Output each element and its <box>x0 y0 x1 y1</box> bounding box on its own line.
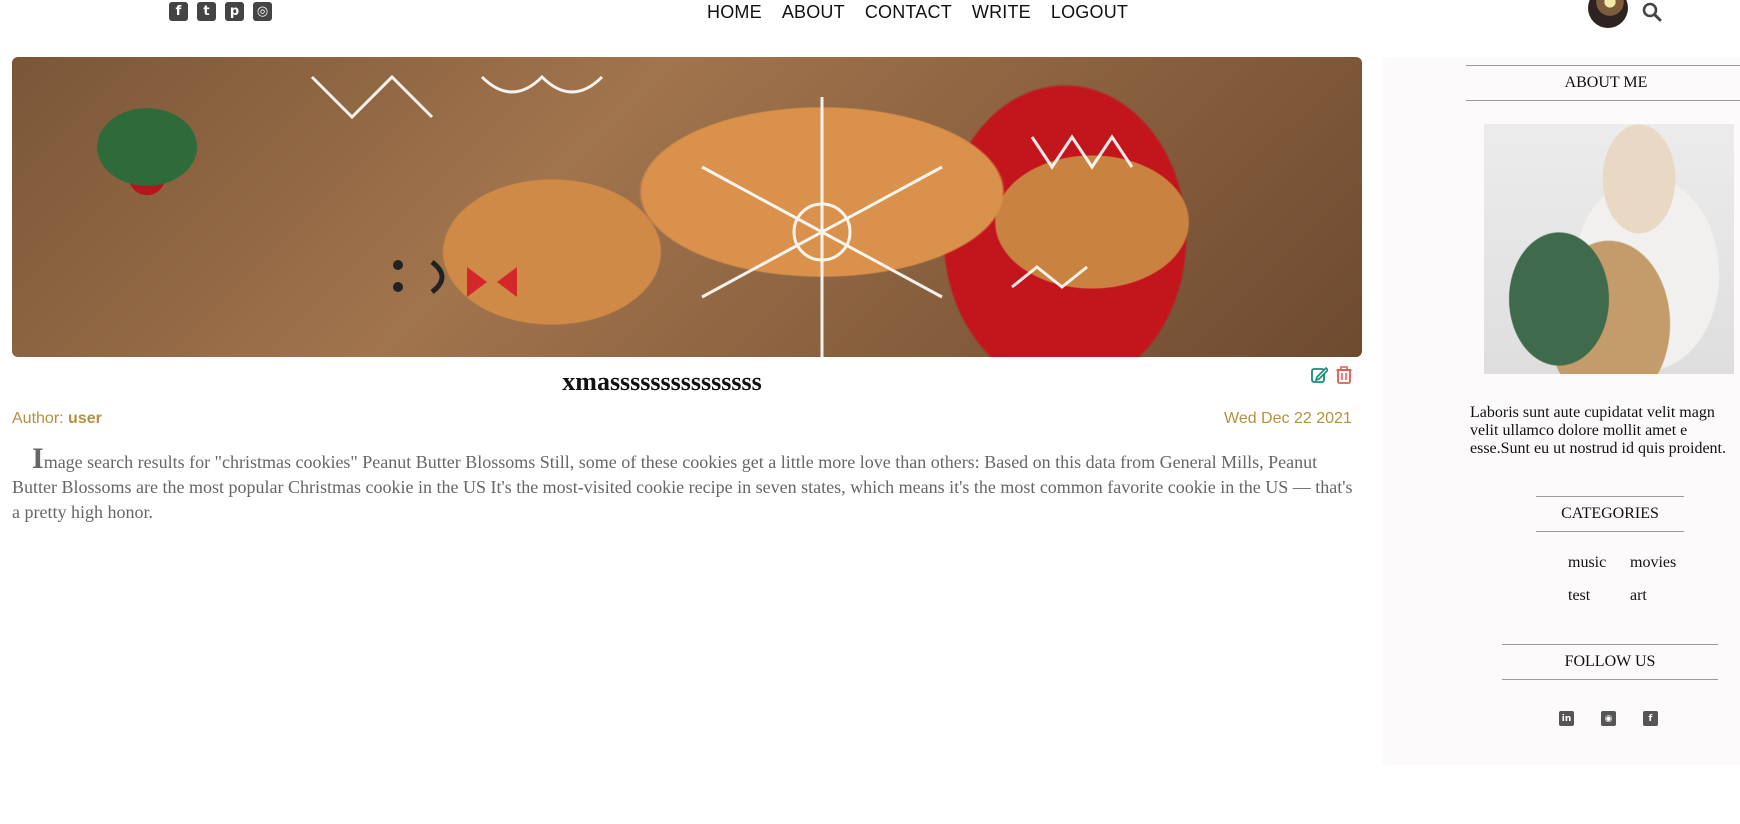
edit-icon[interactable] <box>1310 366 1328 384</box>
post-body: Image search results for "christmas cook… <box>12 444 1362 525</box>
facebook-square-icon[interactable]: f <box>169 2 188 21</box>
delete-icon[interactable] <box>1335 366 1353 384</box>
twitter-square-icon[interactable]: t <box>197 2 216 21</box>
nav-logout[interactable]: LOGOUT <box>1051 2 1128 23</box>
about-line-1: Laboris sunt aute cupidatat velit magn <box>1470 404 1715 421</box>
follow-us-title: FOLLOW US <box>1502 644 1718 680</box>
about-line-3: esse.Sunt eu ut nostrud id quis proident… <box>1470 440 1726 457</box>
facebook-icon[interactable]: f <box>1643 711 1658 726</box>
pinterest-square-icon[interactable]: p <box>225 2 244 21</box>
post-image <box>12 57 1362 357</box>
about-line-2: velit ullamco dolore mollit amet e <box>1470 422 1688 439</box>
post-title: xmasssssssssssssss <box>562 367 762 396</box>
category-music[interactable]: music <box>1568 554 1630 572</box>
about-me-title: ABOUT ME <box>1466 65 1740 101</box>
author-label: Author: <box>12 410 64 427</box>
post-date: Wed Dec 22 2021 <box>1224 410 1352 427</box>
top-bar: f t p ◎ HOME ABOUT CONTACT WRITE LOGOUT <box>0 0 1740 28</box>
cookie-icing-decoration <box>310 74 1134 357</box>
about-me-text: Laboris sunt aute cupidatat velit magn v… <box>1470 404 1740 458</box>
search-icon[interactable] <box>1642 2 1662 22</box>
nav-home[interactable]: HOME <box>707 2 762 23</box>
post-dropcap: I <box>32 442 44 475</box>
category-list: music movies test art <box>1568 554 1688 605</box>
post-author: Author: user <box>12 410 102 428</box>
category-art[interactable]: art <box>1630 587 1692 605</box>
category-test[interactable]: test <box>1568 587 1630 605</box>
category-movies[interactable]: movies <box>1630 554 1692 572</box>
nav-about[interactable]: ABOUT <box>782 2 845 23</box>
author-link[interactable]: user <box>68 410 102 427</box>
nav-contact[interactable]: CONTACT <box>865 2 952 23</box>
nav-write[interactable]: WRITE <box>972 2 1031 23</box>
post-body-text: mage search results for "christmas cooki… <box>12 452 1353 522</box>
avatar[interactable] <box>1588 0 1628 28</box>
about-me-image <box>1484 124 1734 374</box>
categories-title: CATEGORIES <box>1536 496 1684 532</box>
instagram-square-icon[interactable]: ◎ <box>253 2 272 21</box>
follow-links: in ◉ f <box>1559 711 1658 726</box>
social-links: f t p ◎ <box>169 2 272 21</box>
linkedin-icon[interactable]: in <box>1559 711 1574 726</box>
github-icon[interactable]: ◉ <box>1601 711 1616 726</box>
main-nav: HOME ABOUT CONTACT WRITE LOGOUT <box>707 2 1128 23</box>
